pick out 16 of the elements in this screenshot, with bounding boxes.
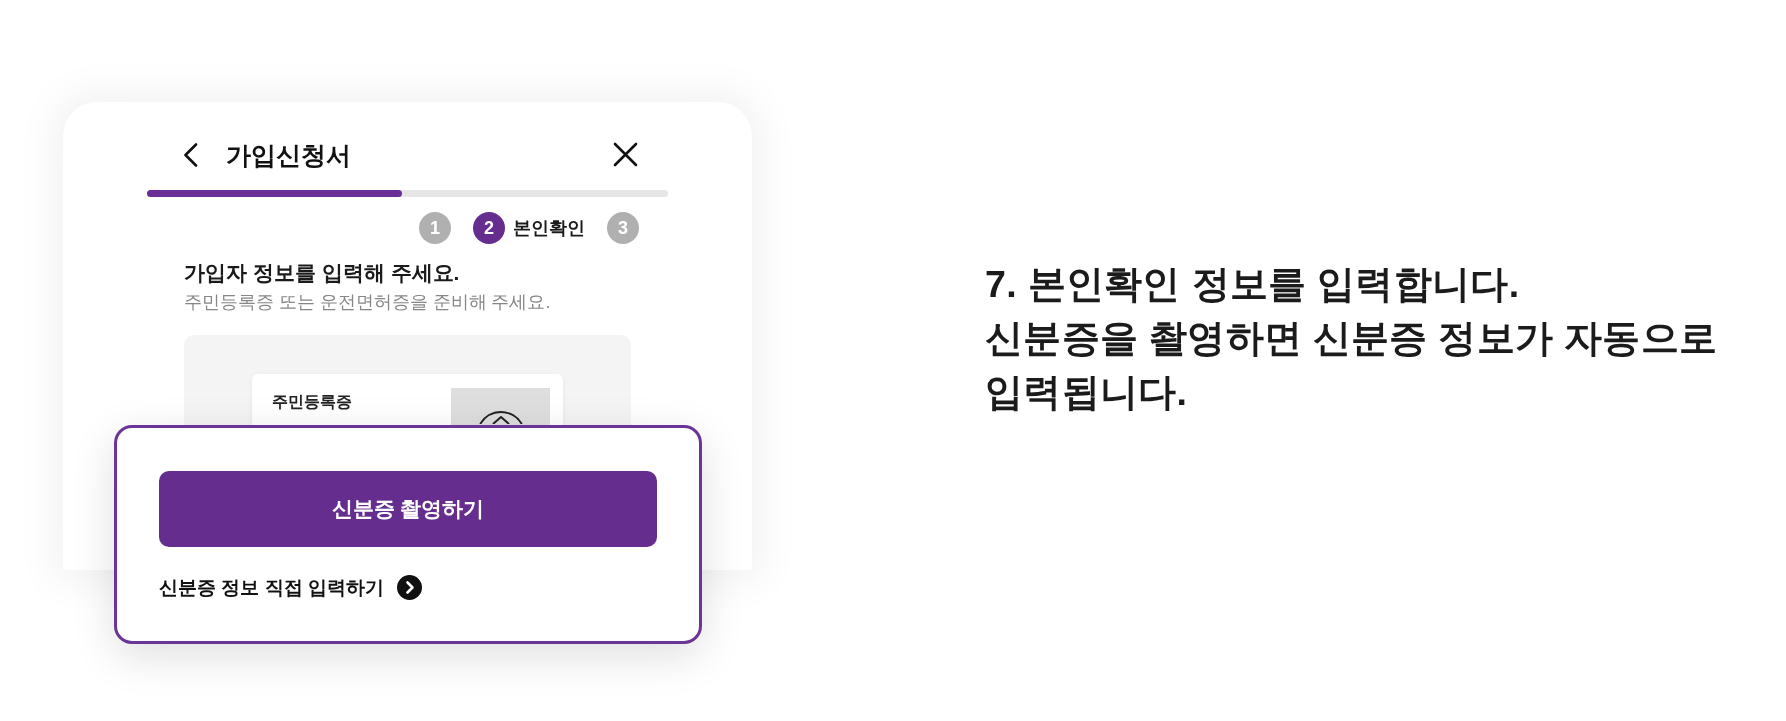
screen-title: 가입신청서 — [226, 139, 351, 170]
step-number: 3 — [607, 212, 639, 244]
step-label: 본인확인 — [513, 217, 585, 240]
step-description: 신분증을 촬영하면 신분증 정보가 자동으로 입력됩니다. — [985, 316, 1719, 415]
chevron-right-icon — [396, 575, 422, 600]
back-icon[interactable] — [183, 142, 198, 167]
form-subtitle: 주민등록증 또는 운전면허증을 준비해 주세요. — [184, 291, 551, 314]
id-card-label: 주민등록증 — [272, 392, 352, 412]
form-heading: 가입자 정보를 입력해 주세요. — [184, 260, 460, 286]
chevron-circle-icon — [478, 410, 523, 424]
step-number: 1 — [419, 212, 451, 244]
step-number: 2 — [473, 212, 505, 244]
step-title: 7. 본인확인 정보를 입력합니다. — [985, 262, 1520, 307]
take-photo-button[interactable]: 신분증 촬영하기 — [159, 471, 657, 547]
close-icon[interactable] — [613, 142, 638, 167]
manual-entry-link[interactable]: 신분증 정보 직접 입력하기 — [159, 575, 422, 600]
